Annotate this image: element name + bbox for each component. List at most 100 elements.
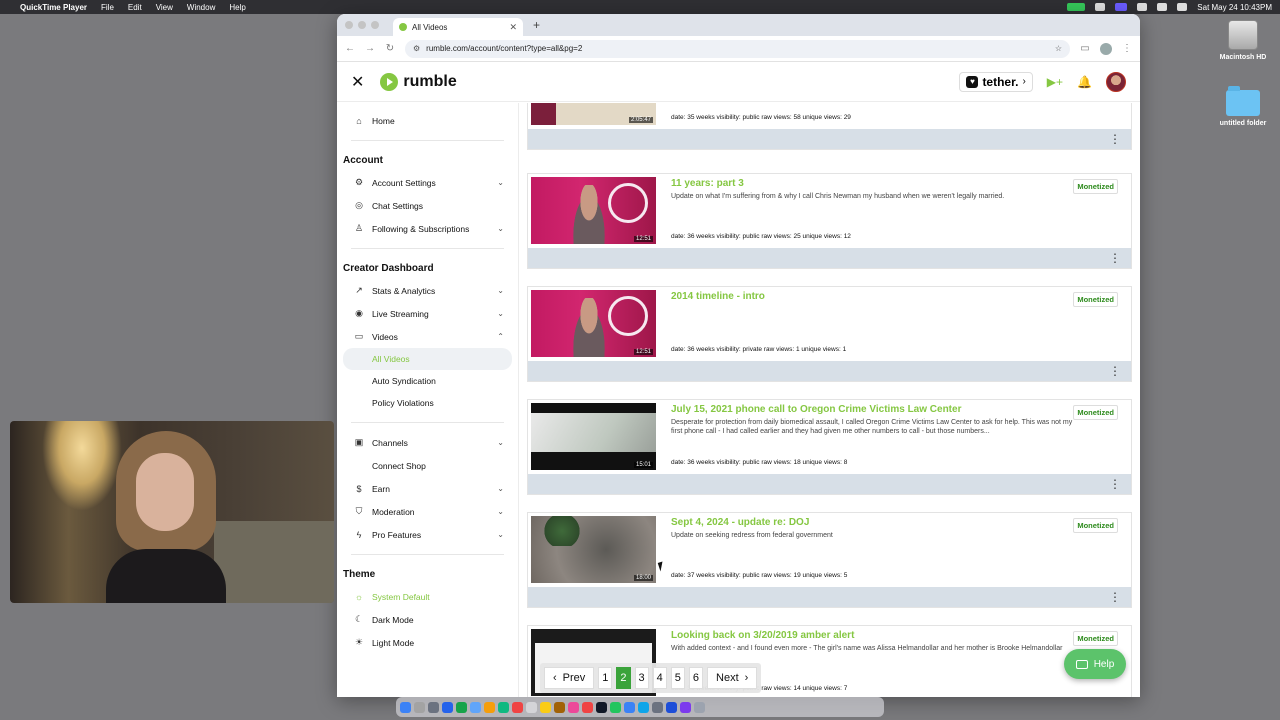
contacts-icon[interactable]: [526, 701, 537, 713]
more-options-icon[interactable]: ⋮: [1109, 477, 1121, 491]
app-icon[interactable]: [554, 701, 565, 713]
search-icon[interactable]: [1157, 3, 1168, 11]
theme-option-system-default[interactable]: ☼ System Default: [343, 585, 512, 608]
more-options-icon[interactable]: ⋮: [1109, 132, 1121, 146]
sidebar-item-earn[interactable]: $ Earn ⌄: [343, 477, 512, 500]
messages-icon[interactable]: [456, 701, 467, 713]
kebab-menu-icon[interactable]: ⋮: [1122, 43, 1132, 54]
upload-video-icon[interactable]: ▶+: [1047, 75, 1063, 89]
menubar-file[interactable]: File: [101, 3, 114, 12]
facetime-icon[interactable]: [498, 701, 509, 713]
music-icon[interactable]: [568, 701, 579, 713]
sidebar-subitem-auto-syndication[interactable]: Auto Syndication: [343, 370, 512, 392]
menubar-app-name[interactable]: QuickTime Player: [20, 3, 87, 12]
app-store-icon[interactable]: [638, 701, 649, 713]
sidebar-subitem-policy-violations[interactable]: Policy Violations: [343, 392, 512, 414]
site-info-icon[interactable]: ⚙: [413, 44, 420, 53]
premiere-icon[interactable]: [680, 701, 691, 713]
video-thumbnail[interactable]: 18:00: [531, 516, 656, 583]
sidebar-item-stats[interactable]: ↗ Stats & Analytics ⌄: [343, 279, 512, 302]
page-4-button[interactable]: 4: [652, 667, 667, 689]
calendar-icon[interactable]: [512, 701, 523, 713]
more-options-icon[interactable]: ⋮: [1109, 364, 1121, 378]
theme-option-dark-mode[interactable]: ☾ Dark Mode: [343, 608, 512, 631]
minimize-window-button[interactable]: [358, 21, 366, 29]
tab-all-videos[interactable]: All Videos ✕: [393, 18, 523, 36]
page-6-button[interactable]: 6: [688, 667, 704, 689]
user-avatar[interactable]: [1106, 71, 1126, 92]
sidebar-item-connect-shop[interactable]: Connect Shop: [343, 454, 512, 477]
notification-bell-icon[interactable]: 🔔: [1077, 75, 1092, 89]
wifi-icon[interactable]: [1137, 3, 1148, 11]
video-thumbnail[interactable]: 12:51: [531, 177, 656, 244]
tether-button[interactable]: ♥ tether. ›: [959, 71, 1033, 92]
close-menu-icon[interactable]: ✕: [351, 72, 364, 92]
sidebar-item-account-settings[interactable]: ⚙ Account Settings ⌄: [343, 171, 512, 194]
menubar-clock[interactable]: Sat May 24 10:43PM: [1197, 3, 1272, 12]
video-title[interactable]: Looking back on 3/20/2019 amber alert: [671, 630, 854, 641]
sidebar-item-moderation[interactable]: ⛉ Moderation ⌄: [343, 500, 512, 523]
menubar-edit[interactable]: Edit: [128, 3, 142, 12]
video-thumbnail[interactable]: 15:01: [531, 403, 656, 470]
app-icon[interactable]: [428, 701, 439, 713]
numbers-icon[interactable]: [610, 701, 621, 713]
record-status-icon[interactable]: [1095, 3, 1106, 11]
next-page-button[interactable]: Next ›: [707, 667, 758, 689]
menubar-view[interactable]: View: [156, 3, 173, 12]
prev-page-button[interactable]: ‹ Prev: [544, 667, 595, 689]
sidebar-item-following[interactable]: ♙ Following & Subscriptions ⌄: [343, 217, 512, 240]
photos-icon[interactable]: [484, 701, 495, 713]
sidebar-item-live-streaming[interactable]: ◉ Live Streaming ⌄: [343, 302, 512, 325]
video-thumbnail[interactable]: 12:51: [531, 290, 656, 357]
new-tab-button[interactable]: +: [533, 18, 540, 32]
launchpad-icon[interactable]: [414, 701, 425, 713]
sidebar-subitem-all-videos[interactable]: All Videos: [343, 348, 512, 370]
video-title[interactable]: July 15, 2021 phone call to Oregon Crime…: [671, 404, 961, 415]
url-field[interactable]: ⚙ rumble.com/account/content?type=all&pg…: [405, 39, 1070, 58]
desktop-macintosh-hd[interactable]: Macintosh HD: [1208, 20, 1278, 61]
video-title[interactable]: 2014 timeline - intro: [671, 291, 765, 302]
news-icon[interactable]: [582, 701, 593, 713]
notes-icon[interactable]: [540, 701, 551, 713]
forward-arrow-icon[interactable]: →: [365, 43, 375, 54]
close-tab-icon[interactable]: ✕: [509, 22, 517, 33]
more-options-icon[interactable]: ⋮: [1109, 590, 1121, 604]
page-2-button[interactable]: 2: [616, 667, 631, 689]
desktop-untitled-folder[interactable]: untitled folder: [1208, 86, 1278, 127]
video-title[interactable]: 11 years: part 3: [671, 178, 744, 189]
page-5-button[interactable]: 5: [670, 667, 685, 689]
sidebar-toggle-icon[interactable]: ▭: [1080, 43, 1090, 54]
profile-icon[interactable]: [1100, 42, 1112, 55]
sidebar-item-videos[interactable]: ▭ Videos ⌃: [343, 325, 512, 348]
back-arrow-icon[interactable]: ←: [345, 43, 355, 54]
menubar-window[interactable]: Window: [187, 3, 215, 12]
more-options-icon[interactable]: ⋮: [1109, 251, 1121, 265]
tv-icon[interactable]: [596, 701, 607, 713]
sidebar-item-home[interactable]: ⌂ Home: [343, 109, 512, 132]
trash-icon[interactable]: [694, 701, 705, 713]
keynote-icon[interactable]: [624, 701, 635, 713]
page-1-button[interactable]: 1: [598, 667, 613, 689]
help-button[interactable]: Help: [1064, 649, 1126, 679]
control-center-icon[interactable]: [1177, 3, 1188, 11]
finder-icon[interactable]: [400, 701, 411, 713]
video-title[interactable]: Sept 4, 2024 - update re: DOJ: [671, 517, 809, 528]
settings-icon[interactable]: [652, 701, 663, 713]
video-thumbnail[interactable]: 2:05:47: [531, 103, 656, 125]
safari-icon[interactable]: [442, 701, 453, 713]
menubar-help[interactable]: Help: [229, 3, 245, 12]
sidebar-item-pro-features[interactable]: ϟ Pro Features ⌄: [343, 523, 512, 546]
close-window-button[interactable]: [345, 21, 353, 29]
sidebar-item-chat-settings[interactable]: ◎ Chat Settings: [343, 194, 512, 217]
sidebar-item-channels[interactable]: ▣ Channels ⌄: [343, 431, 512, 454]
rumble-logo[interactable]: rumble: [380, 72, 457, 91]
page-3-button[interactable]: 3: [634, 667, 649, 689]
reload-icon[interactable]: ↻: [385, 43, 395, 54]
bookmark-star-icon[interactable]: ☆: [1055, 44, 1062, 53]
word-icon[interactable]: [666, 701, 677, 713]
theme-option-light-mode[interactable]: ☀ Light Mode: [343, 631, 512, 654]
mail-icon[interactable]: [470, 701, 481, 713]
zoom-window-button[interactable]: [371, 21, 379, 29]
facetime-status-icon[interactable]: [1067, 3, 1086, 11]
display-status-icon[interactable]: [1115, 3, 1128, 11]
